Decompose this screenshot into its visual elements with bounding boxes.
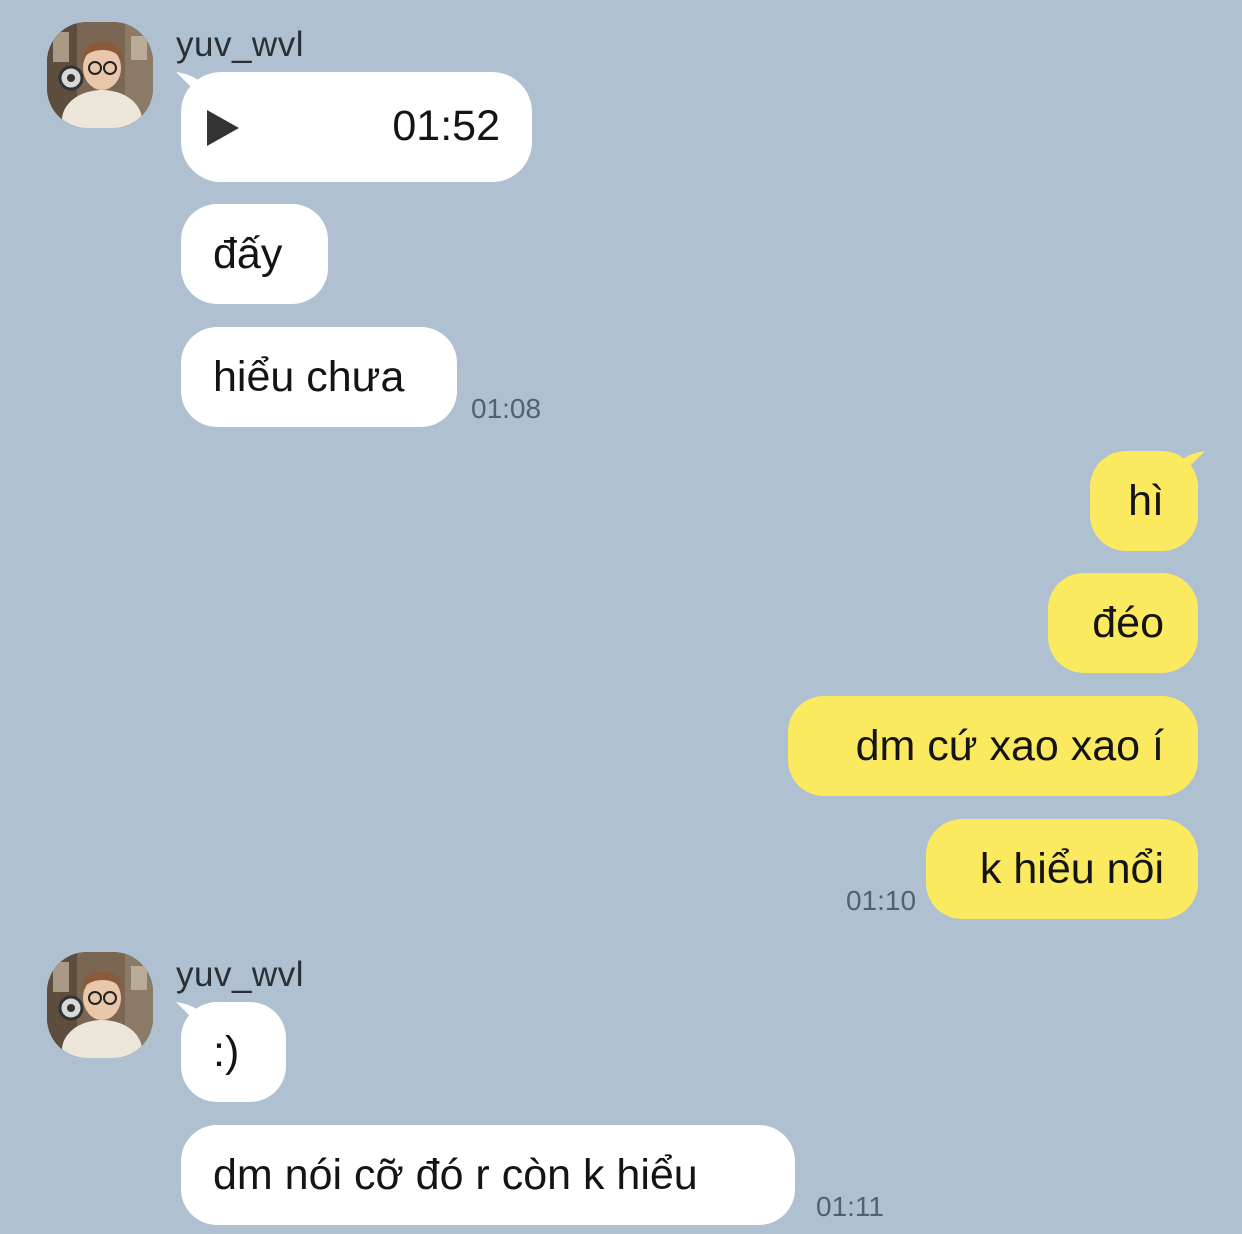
voice-message[interactable]: 01:52 xyxy=(181,72,532,182)
message-bubble[interactable]: dm nói cỡ đó r còn k hiểu xyxy=(181,1125,795,1225)
message-text: đấy xyxy=(213,229,283,278)
sender-avatar[interactable] xyxy=(47,952,153,1058)
avatar-image xyxy=(47,22,153,128)
message-timestamp: 01:10 xyxy=(846,885,917,916)
avatar-image xyxy=(47,952,153,1058)
message-text: :) xyxy=(213,1027,240,1076)
message-bubble[interactable]: đấy xyxy=(181,204,328,304)
message-text: hiểu chưa xyxy=(213,352,405,401)
voice-duration: 01:52 xyxy=(392,102,500,150)
chat-window: yuv_wvl 01:52 đấy hiểu chưa 01:08 hì đéo… xyxy=(0,0,1242,1234)
message-bubble[interactable]: :) xyxy=(181,1002,286,1102)
play-icon[interactable] xyxy=(207,110,239,146)
message-timestamp: 01:11 xyxy=(816,1191,884,1222)
message-bubble[interactable]: hiểu chưa xyxy=(181,327,457,427)
sender-avatar[interactable] xyxy=(47,22,153,128)
message-bubble[interactable]: đéo xyxy=(1048,573,1198,673)
message-bubble[interactable]: k hiểu nổi xyxy=(926,819,1198,919)
sender-name: yuv_wvl xyxy=(176,25,304,64)
message-timestamp: 01:08 xyxy=(471,393,542,424)
message-text: đéo xyxy=(1092,598,1164,647)
message-text: dm nói cỡ đó r còn k hiểu xyxy=(213,1150,698,1199)
message-bubble[interactable]: dm cứ xao xao í xyxy=(788,696,1198,796)
message-bubble[interactable]: hì xyxy=(1090,451,1198,551)
message-text: hì xyxy=(1128,476,1164,525)
message-text: dm cứ xao xao í xyxy=(855,721,1164,770)
sender-name: yuv_wvl xyxy=(176,955,304,994)
message-text: k hiểu nổi xyxy=(979,844,1164,893)
